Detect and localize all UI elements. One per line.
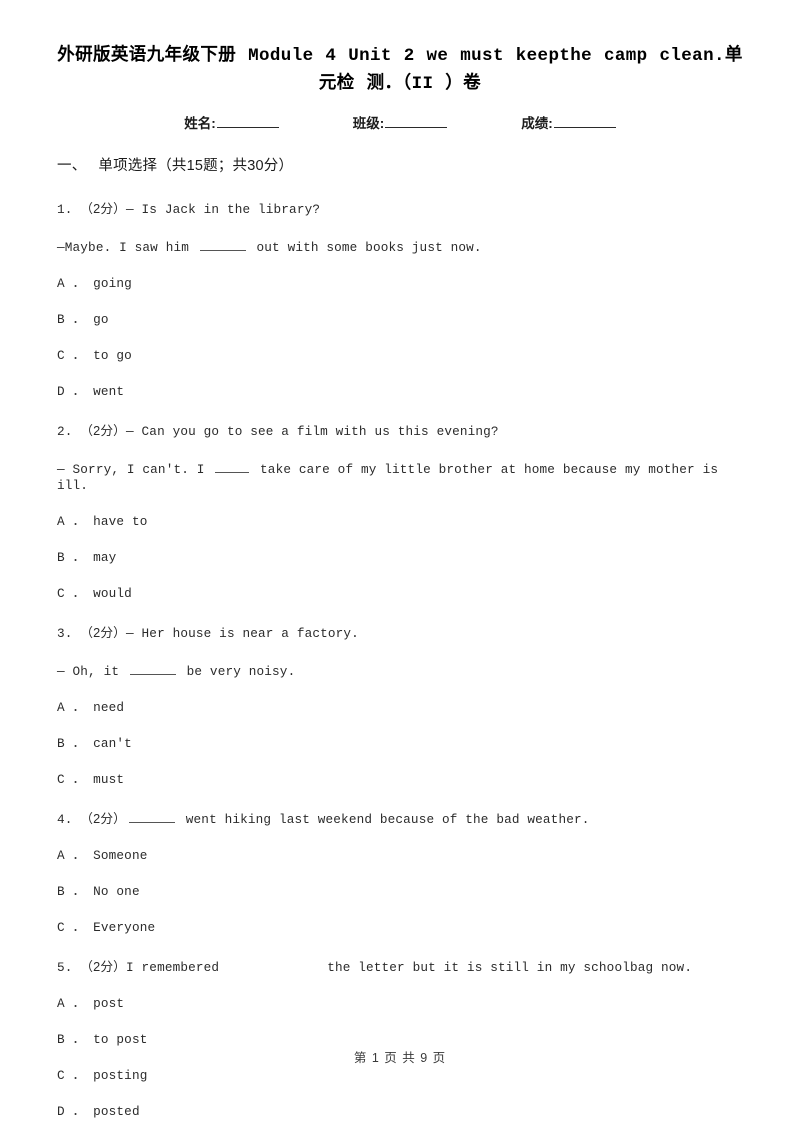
answer-blank[interactable] [129, 811, 176, 823]
option-item[interactable]: A ． Someone [57, 848, 756, 864]
name-label: 姓名: [184, 116, 216, 131]
page-footer: 第 1 页 共 9 页 [353, 1051, 447, 1065]
exam-paper-page: 外研版英语九年级下册 Module 4 Unit 2 we must keept… [0, 0, 800, 1132]
option-item[interactable]: B ． No one [57, 884, 756, 900]
option-item[interactable]: D ． went [57, 384, 756, 400]
question-number: 1. [57, 202, 73, 217]
stem-second-after: be very noisy. [178, 664, 296, 679]
option-item[interactable]: C ． must [57, 772, 756, 788]
answer-blank[interactable] [215, 461, 250, 473]
section-heading: 一、 单项选择（共15题；共30分） [0, 154, 800, 175]
option-item[interactable]: C ． would [57, 586, 756, 602]
question-stem-second-line: —Maybe. I saw him out with some books ju… [57, 239, 756, 256]
question-points: （2分） [80, 812, 127, 826]
stem-second-before: —Maybe. I saw him [57, 240, 197, 255]
option-item[interactable]: B ． may [57, 550, 756, 566]
score-label: 成绩: [521, 116, 553, 131]
question-number: 4. [57, 812, 73, 827]
name-input-blank[interactable] [216, 114, 279, 128]
section-index: 一、 [57, 158, 87, 174]
option-item[interactable]: A ． have to [57, 514, 756, 530]
question-stem-text: went hiking last weekend because of the … [178, 812, 590, 827]
question-number: 5. [57, 960, 73, 975]
question-number: 2. [57, 424, 73, 439]
option-item[interactable]: A ． post [57, 996, 756, 1012]
option-item[interactable]: C ． Everyone [57, 920, 756, 936]
name-field: 姓名: [184, 112, 279, 132]
answer-blank[interactable] [199, 239, 246, 251]
question-stem-second-line: — Sorry, I can't. I take care of my litt… [57, 461, 756, 494]
question-number: 3. [57, 626, 73, 641]
question-stem-text: I remembered [126, 960, 220, 975]
question-stem-text: — Can you go to see a film with us this … [126, 424, 499, 439]
option-item[interactable]: C ． posting [57, 1068, 756, 1084]
stem-second-after: out with some books just now. [248, 240, 482, 255]
option-item[interactable]: A ． going [57, 276, 756, 292]
question-points: （2分） [80, 960, 127, 974]
class-input-blank[interactable] [385, 114, 448, 128]
option-item[interactable]: C ． to go [57, 348, 756, 364]
question-stem: 5. （2分）I remembered the letter but it is … [57, 959, 756, 976]
stem-second-before: — Oh, it [57, 664, 127, 679]
stem-second-before: — Sorry, I can't. I [57, 462, 213, 477]
question-points: （2分） [80, 626, 127, 640]
class-field: 班级: [353, 112, 448, 132]
question-stem-text: — Is Jack in the library? [126, 202, 321, 217]
question-stem-text: — Her house is near a factory. [126, 626, 359, 641]
option-item[interactable]: A ． need [57, 700, 756, 716]
question-stem: 3. （2分）— Her house is near a factory. [57, 625, 756, 642]
question-stem: 4. （2分） went hiking last weekend because… [57, 811, 756, 828]
question-stem-text-after: the letter but it is still in my schoolb… [327, 960, 693, 975]
question-stem-second-line: — Oh, it be very noisy. [57, 663, 756, 680]
page-title: 外研版英语九年级下册 Module 4 Unit 2 we must keept… [0, 0, 800, 98]
question-stem: 1. （2分）— Is Jack in the library? [57, 201, 756, 218]
section-title: 单项选择（共15题；共30分） [98, 158, 294, 174]
identity-fields: 姓名: 班级: 成绩: [0, 112, 800, 132]
question-points: （2分） [80, 202, 127, 216]
option-item[interactable]: B ． go [57, 312, 756, 328]
answer-blank[interactable] [129, 663, 176, 675]
question-stem: 2. （2分）— Can you go to see a film with u… [57, 423, 756, 440]
questions-container: 1. （2分）— Is Jack in the library? —Maybe.… [0, 201, 800, 1120]
question-points: （2分） [80, 424, 127, 438]
option-item[interactable]: D ． posted [57, 1104, 756, 1120]
class-label: 班级: [352, 116, 385, 131]
score-input-blank[interactable] [553, 114, 616, 128]
option-item[interactable]: B ． can't [57, 736, 756, 752]
option-item[interactable]: B ． to post [57, 1032, 756, 1048]
score-field: 成绩: [521, 112, 616, 132]
title-line-2: 测．（II ）卷 [366, 74, 482, 94]
